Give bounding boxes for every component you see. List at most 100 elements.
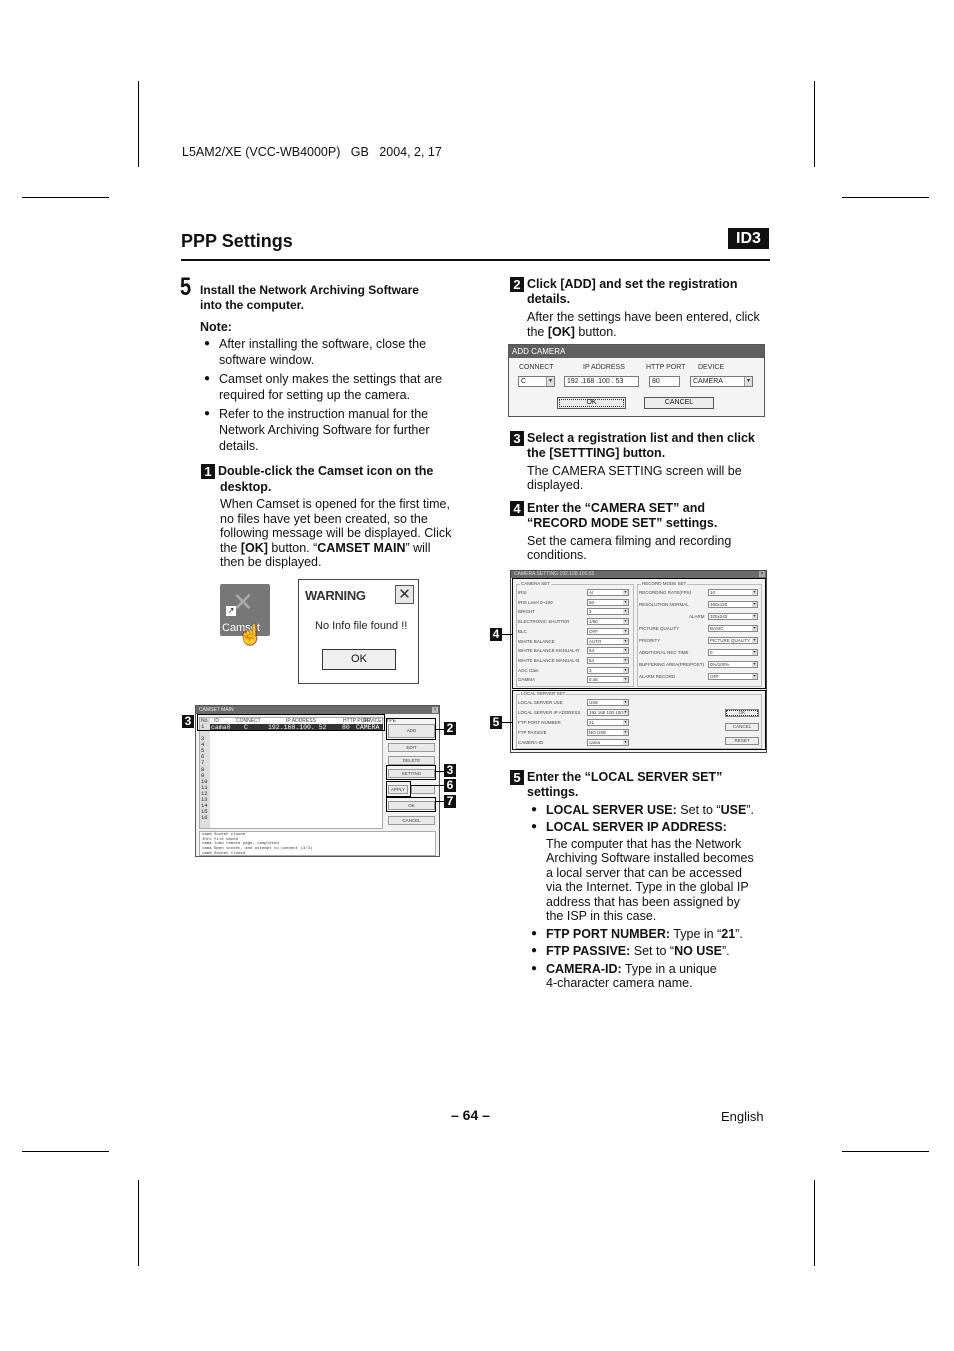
window-title: CAMERA SETTING 192.168.100.52 [511, 571, 766, 578]
warning-dialog: WARNING ✕ No Info file found !! OK [298, 579, 419, 684]
callout-line [436, 771, 444, 772]
port-label: HTTP PORT [646, 364, 686, 371]
callout-box-setting [386, 765, 436, 780]
text-bold: [OK] [547, 324, 575, 339]
text: Set to “ [676, 802, 721, 817]
substep-title: 2 Click [ADD] and set the registration [510, 277, 775, 292]
substep-title-line: Select a registration list and then clic… [527, 431, 755, 445]
substep-title-line: the [SETTTING] button. [527, 446, 666, 460]
callout-line [411, 785, 444, 786]
language-label: English [721, 1109, 764, 1124]
crop-mark [842, 197, 929, 198]
device-select[interactable]: CAMERA ▼ [690, 376, 753, 387]
body-line: Set the camera filming and recording [527, 533, 732, 548]
setting-value: 21 [721, 926, 736, 941]
substep-title: 5 Enter the “LOCAL SERVER SET” [510, 770, 775, 785]
add-camera-dialog: ADD CAMERA CONNECT IP ADDRESS HTTP PORT … [508, 344, 765, 417]
chevron-down-icon: ▼ [546, 377, 554, 386]
text-bold: CAMSET MAIN [317, 540, 406, 555]
delete-button[interactable]: DELETE [388, 756, 435, 765]
log-area[interactable]: cama Socket closed Info file saved cama … [199, 831, 436, 856]
callout-box-ok [386, 797, 436, 812]
edit-button[interactable]: EDIT [388, 743, 435, 752]
substep-body: When Camset is opened for the first time… [201, 497, 471, 570]
text: button. “ [267, 540, 318, 555]
setting-item: FTP PASSIVE: Set to “NO USE”. [527, 944, 775, 959]
row-numbers: 1 3 4 5 6 7 8 9 10 11 12 13 14 15 16 [201, 723, 208, 822]
text: ”. [746, 802, 754, 817]
callout-box-local-server [512, 690, 766, 750]
substep-4: 4 Enter the “CAMERA SET” and “RECORD MODE… [510, 501, 775, 563]
close-icon[interactable]: × [432, 707, 438, 713]
substep-title-line: desktop. [220, 479, 272, 494]
setting-label: FTP PORT NUMBER: [546, 926, 671, 941]
body-line: The CAMERA SETTING screen will be [527, 463, 742, 478]
body-line: following message will be displayed. Cli… [220, 526, 452, 540]
body-line: displayed. [527, 478, 584, 492]
close-icon[interactable]: × [759, 571, 765, 577]
setting-item: LOCAL SERVER IP ADDRESS: The computer th… [527, 820, 775, 924]
body-line: address that has been assigned by [546, 894, 740, 909]
text: the [527, 324, 548, 339]
substep-title-line: “RECORD MODE SET” settings. [527, 516, 718, 530]
note-list: After installing the software, close the… [200, 336, 470, 454]
substep-badge: 1 [201, 464, 215, 479]
substep-title: 3 Select a registration list and then cli… [510, 431, 775, 446]
substep-2: 2 Click [ADD] and set the registration de… [510, 277, 775, 339]
substep-badge: 3 [510, 431, 524, 446]
step-title-line: Install the Network Archiving Software [200, 283, 419, 297]
body-line: conditions. [527, 548, 587, 562]
substep-body: The CAMERA SETTING screen will be displa… [510, 464, 775, 493]
row-number: 16 [201, 814, 208, 822]
callout-tag: 3 [182, 715, 194, 728]
shortcut-arrow-icon: ↗ [226, 606, 236, 616]
ok-button[interactable]: OK [322, 649, 396, 670]
text: ”. [722, 944, 730, 958]
registration-list[interactable]: No. ID CONNECT IP ADDRESS HTTP PORT DEVI… [199, 717, 396, 829]
note-item: After installing the software, close the… [200, 336, 470, 368]
crop-mark [138, 1180, 139, 1266]
http-port-input[interactable]: 80 [649, 376, 680, 387]
select-value: CAMERA [693, 378, 723, 385]
text: Type in a unique [621, 961, 717, 976]
cancel-button[interactable]: CANCEL [388, 816, 435, 825]
id-badge: ID3 [728, 228, 769, 249]
text: ” will [405, 540, 431, 555]
substep-title-line: Enter the “CAMERA SET” and [527, 501, 706, 515]
setting-item: CAMERA-ID: Type in a unique 4-character … [527, 962, 775, 991]
device-label: DEVICE [698, 364, 725, 371]
setting-label: LOCAL SERVER USE: [546, 802, 677, 817]
step-number: 5 [180, 273, 192, 301]
callout-line [436, 729, 444, 730]
setting-item: LOCAL SERVER USE: Set to “USE”. [527, 803, 775, 818]
substep-title: 1 Double-click the Camset icon on the [201, 464, 471, 480]
crop-mark [138, 81, 139, 167]
substep-title-line: Click [ADD] and set the registration [527, 277, 738, 291]
connect-select[interactable]: C ▼ [518, 376, 555, 387]
substep-title-line: Enter the “LOCAL SERVER SET” [527, 770, 723, 784]
callout-box-add [386, 718, 436, 740]
substep-title-line: Double-click the Camset icon on the [218, 464, 434, 478]
note-line: Network Archiving Software for further [219, 423, 430, 437]
setting-item: FTP PORT NUMBER: Type in “21”. [527, 927, 775, 942]
substep-badge: 4 [510, 501, 524, 516]
ok-button[interactable]: OK [557, 397, 626, 409]
ip-label: IP ADDRESS [583, 364, 625, 371]
note-line: required for setting up the camera. [219, 388, 411, 402]
substep-5: 5 Enter the “LOCAL SERVER SET” settings. … [510, 770, 775, 991]
substep-1: 1 Double-click the Camset icon on the des… [201, 464, 471, 570]
dialog-message: No Info file found !! [315, 620, 408, 632]
substep-title: 4 Enter the “CAMERA SET” and [510, 501, 775, 516]
blank-button[interactable] [411, 785, 435, 794]
ip-address-input[interactable]: 192 .168 .100 . 53 [564, 376, 639, 387]
setting-value: USE [720, 802, 747, 817]
dialog-title: ADD CAMERA [509, 345, 764, 358]
callout-tag: 4 [490, 628, 502, 641]
substep-title-line: details. [527, 292, 571, 306]
close-icon[interactable]: ✕ [395, 585, 414, 604]
crop-mark [842, 1151, 929, 1152]
text: Set to “ [630, 944, 675, 958]
callout-box-list [197, 714, 385, 731]
cancel-button[interactable]: CANCEL [644, 397, 714, 409]
crop-mark [814, 1180, 815, 1266]
